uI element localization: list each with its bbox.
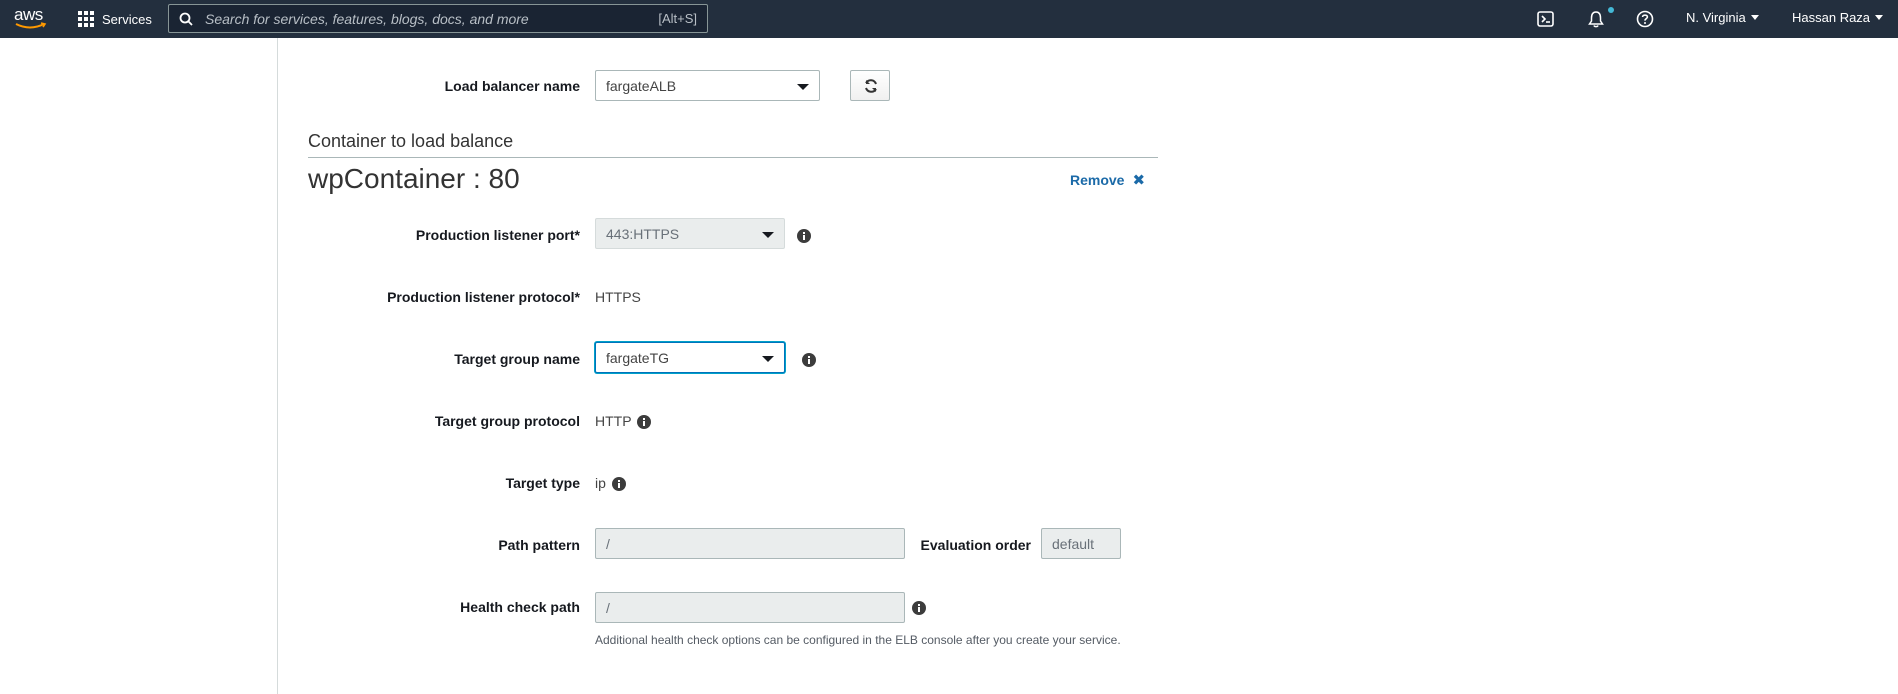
- remove-container-link[interactable]: Remove ✖: [1070, 171, 1145, 189]
- info-icon[interactable]: [612, 477, 626, 491]
- services-label: Services: [102, 11, 152, 27]
- production-listener-port-select[interactable]: 443:HTTPS: [595, 218, 785, 249]
- search-icon: [179, 12, 193, 26]
- aws-smile-icon: [15, 22, 47, 29]
- help-icon[interactable]: [1635, 9, 1655, 29]
- info-icon[interactable]: [637, 415, 651, 429]
- production-listener-port-label-text: Production listener port: [415, 227, 575, 243]
- health-check-path-input[interactable]: [595, 592, 905, 623]
- health-check-help-text: Additional health check options can be c…: [595, 633, 1121, 647]
- container-title: wpContainer : 80: [308, 163, 520, 194]
- side-panel-divider: [277, 38, 278, 694]
- refresh-button[interactable]: [850, 70, 890, 101]
- user-name: Hassan Raza: [1792, 10, 1871, 25]
- required-mark: *: [574, 289, 580, 305]
- info-icon[interactable]: [802, 353, 816, 367]
- remove-label: Remove: [1070, 172, 1125, 188]
- production-listener-protocol-label: Production listener protocol*: [387, 289, 580, 305]
- account-menu[interactable]: Hassan Raza: [1792, 10, 1884, 25]
- target-group-protocol-value: HTTP: [595, 413, 632, 429]
- evaluation-order-input[interactable]: [1041, 528, 1121, 559]
- load-balancer-name-select[interactable]: fargateALB: [595, 70, 820, 101]
- production-listener-port-label: Production listener port*: [416, 227, 580, 243]
- target-group-protocol-label: Target group protocol: [434, 413, 580, 429]
- cloudshell-icon[interactable]: [1536, 9, 1556, 29]
- notification-dot: [1608, 7, 1614, 13]
- load-balancer-name-value: fargateALB: [606, 78, 677, 94]
- info-icon[interactable]: [912, 601, 926, 615]
- path-pattern-label: Path pattern: [498, 537, 580, 553]
- target-type-value: ip: [595, 475, 606, 491]
- section-title: Container to load balance: [308, 131, 514, 151]
- services-menu-button[interactable]: Services: [78, 8, 152, 30]
- grid-icon: [78, 11, 94, 27]
- aws-logo[interactable]: aws: [14, 5, 48, 31]
- target-group-name-value: fargateTG: [606, 350, 670, 366]
- target-group-name-select[interactable]: fargateTG: [595, 342, 785, 373]
- production-listener-protocol-value: HTTPS: [595, 289, 641, 305]
- info-icon[interactable]: [797, 229, 811, 243]
- top-navigation-bar: aws Services [Alt+S] N. Vir: [0, 0, 1898, 38]
- production-listener-port-value: 443:HTTPS: [606, 226, 680, 242]
- production-listener-protocol-label-text: Production listener protocol: [387, 289, 575, 305]
- region-selector[interactable]: N. Virginia: [1686, 10, 1759, 25]
- search-shortcut-hint: [Alt+S]: [658, 11, 697, 26]
- evaluation-order-label: Evaluation order: [920, 537, 1031, 553]
- target-type-label: Target type: [505, 475, 580, 491]
- required-mark: *: [574, 227, 580, 243]
- chevron-down-icon: [1750, 15, 1759, 20]
- global-search[interactable]: [Alt+S]: [168, 4, 708, 33]
- section-divider: [308, 157, 1158, 158]
- chevron-down-icon: [1875, 15, 1884, 20]
- refresh-icon: [865, 79, 877, 93]
- health-check-path-label: Health check path: [460, 599, 580, 615]
- chevron-down-icon: [762, 356, 774, 362]
- load-balancer-name-label: Load balancer name: [444, 78, 580, 94]
- path-pattern-input[interactable]: [595, 528, 905, 559]
- region-label: N. Virginia: [1686, 10, 1746, 25]
- target-group-name-label: Target group name: [454, 351, 580, 367]
- bell-icon[interactable]: [1586, 9, 1606, 29]
- search-input[interactable]: [205, 9, 625, 29]
- close-icon: ✖: [1132, 172, 1146, 189]
- chevron-down-icon: [797, 84, 809, 90]
- chevron-down-icon: [762, 232, 774, 238]
